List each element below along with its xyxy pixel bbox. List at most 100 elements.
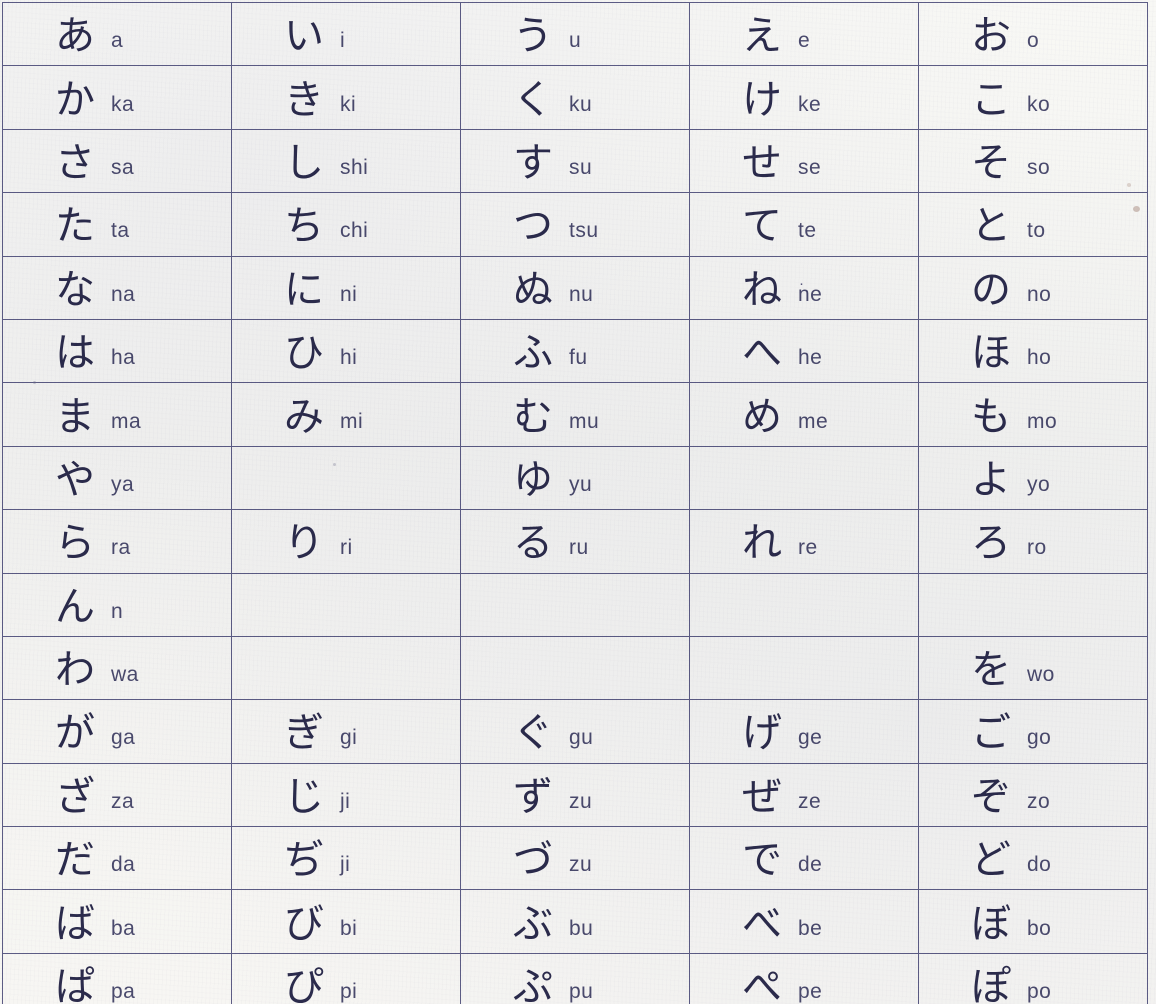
table-row: は ha ひ hi ふ fu へ he ほ ho [2, 318, 1148, 384]
kana-cell[interactable]: な na [2, 255, 232, 320]
kana-cell[interactable]: こ ko [918, 65, 1148, 130]
kana-cell[interactable]: じ ji [231, 762, 461, 828]
kana-cell[interactable]: に ni [231, 255, 461, 320]
kana-cell[interactable]: ご go [918, 699, 1148, 764]
kana-cell[interactable]: うu [460, 1, 690, 67]
romaji-label: to [1027, 219, 1046, 243]
kana-cell[interactable]: そ so [918, 128, 1148, 194]
kana-cell[interactable]: で de [689, 826, 919, 891]
kana-cell[interactable]: ぎ gi [231, 699, 461, 764]
kana-cell-empty [231, 572, 461, 637]
hiragana-chart-page: あ a い i う u え e お o か ka き ki く ku け ke こ ko さ sa し shi す su せ se そ s… [0, 0, 1156, 1004]
kana-cell[interactable]: ず zu [460, 762, 690, 828]
kana-cell[interactable]: び bi [231, 889, 461, 954]
kana-cell[interactable]: おo [918, 1, 1148, 67]
kana-cell[interactable]: んn [2, 572, 232, 637]
kana-cell[interactable]: ま ma [2, 382, 232, 447]
kana-cell[interactable]: ほ ho [918, 318, 1148, 384]
kana-cell[interactable]: ろ ro [918, 509, 1148, 574]
kana-cell[interactable]: えe [689, 1, 919, 67]
kana-cell[interactable]: せ se [689, 128, 919, 194]
kana-cell[interactable]: む mu [460, 382, 690, 447]
kana-cell[interactable]: が ga [2, 699, 232, 764]
romaji-label: e [798, 29, 811, 53]
kana-cell[interactable]: と to [918, 192, 1148, 257]
kana-cell-content: ぷ pu [461, 954, 689, 1004]
kana-cell[interactable]: さ sa [2, 128, 232, 194]
kana-cell[interactable]: く ku [460, 65, 690, 130]
kana-cell-content: す su [461, 130, 689, 192]
kana-cell-content: め me [690, 384, 918, 446]
kana-cell[interactable]: た ta [2, 192, 232, 257]
kana-glyph: ね [742, 266, 782, 313]
kana-cell[interactable]: ぷ pu [460, 952, 690, 1004]
kana-cell[interactable]: ね ne [689, 255, 919, 320]
kana-cell[interactable]: わ wa [2, 635, 232, 701]
kana-cell[interactable]: ち chi [231, 192, 461, 257]
kana-glyph: う [513, 13, 553, 60]
kana-cell[interactable]: も mo [918, 382, 1148, 447]
kana-glyph: え [742, 13, 782, 60]
kana-cell[interactable]: ら ra [2, 509, 232, 574]
kana-cell[interactable]: ぶ bu [460, 889, 690, 954]
kana-cell[interactable]: ひ hi [231, 318, 461, 384]
kana-glyph: な [55, 266, 95, 313]
kana-cell[interactable]: ぞ zo [918, 762, 1148, 828]
kana-cell[interactable]: ど do [918, 826, 1148, 891]
kana-cell[interactable]: つ tsu [460, 192, 690, 257]
kana-cell[interactable]: ぼ bo [918, 889, 1148, 954]
kana-cell[interactable]: いi [231, 1, 461, 67]
kana-cell-content: ぞ zo [919, 764, 1147, 826]
kana-cell[interactable]: ば ba [2, 889, 232, 954]
kana-cell[interactable]: し shi [231, 128, 461, 194]
romaji-label: pe [798, 980, 823, 1004]
kana-cell[interactable]: す su [460, 128, 690, 194]
kana-cell[interactable]: や ya [2, 445, 232, 511]
kana-cell[interactable]: ふ fu [460, 318, 690, 384]
kana-cell[interactable]: ぴ pi [231, 952, 461, 1004]
kana-cell[interactable]: よ yo [918, 445, 1148, 511]
kana-cell[interactable]: ぜ ze [689, 762, 919, 828]
kana-cell[interactable]: ぢ ji [231, 826, 461, 891]
kana-glyph: ざ [55, 773, 95, 820]
kana-cell[interactable]: て te [689, 192, 919, 257]
kana-cell-content: つ tsu [461, 193, 689, 255]
kana-glyph: ぼ [971, 900, 1011, 947]
kana-cell[interactable]: の no [918, 255, 1148, 320]
kana-cell[interactable]: ぽ po [918, 952, 1148, 1004]
kana-cell[interactable]: だ da [2, 826, 232, 891]
kana-cell-content: んn [3, 574, 231, 636]
romaji-label: te [798, 219, 817, 243]
kana-cell[interactable]: げ ge [689, 699, 919, 764]
kana-cell[interactable]: ぐ gu [460, 699, 690, 764]
kana-cell[interactable]: め me [689, 382, 919, 447]
kana-cell[interactable]: へ he [689, 318, 919, 384]
kana-cell[interactable]: を wo [918, 635, 1148, 701]
kana-cell[interactable]: あa [2, 1, 232, 67]
romaji-label: mi [340, 409, 364, 433]
kana-cell[interactable]: み mi [231, 382, 461, 447]
kana-cell[interactable]: づ zu [460, 826, 690, 891]
kana-cell[interactable]: れ re [689, 509, 919, 574]
romaji-label: bi [340, 916, 358, 940]
kana-cell[interactable]: る ru [460, 509, 690, 574]
kana-cell[interactable]: か ka [2, 65, 232, 130]
kana-cell-empty [231, 445, 461, 511]
kana-cell[interactable]: け ke [689, 65, 919, 130]
kana-cell[interactable]: ゆ yu [460, 445, 690, 511]
kana-cell-content: ぴ pi [232, 954, 460, 1004]
romaji-label: be [798, 916, 823, 940]
romaji-label: zu [569, 853, 593, 877]
kana-cell-content: ご go [919, 700, 1147, 762]
kana-cell[interactable]: ぬ nu [460, 255, 690, 320]
kana-cell[interactable]: き ki [231, 65, 461, 130]
kana-cell[interactable]: べ be [689, 889, 919, 954]
kana-cell[interactable]: ぱ pa [2, 952, 232, 1004]
kana-cell[interactable]: ぺ pe [689, 952, 919, 1004]
kana-cell[interactable]: ざ za [2, 762, 232, 828]
kana-cell[interactable]: り ri [231, 509, 461, 574]
kana-cell[interactable]: は ha [2, 318, 232, 384]
kana-cell-content: ね ne [690, 257, 918, 319]
hiragana-table: あ a い i う u え e お o か ka き ki く ku け ke こ ko さ sa し shi す su せ se そ s… [2, 1, 1148, 1004]
kana-cell-empty [689, 445, 919, 511]
